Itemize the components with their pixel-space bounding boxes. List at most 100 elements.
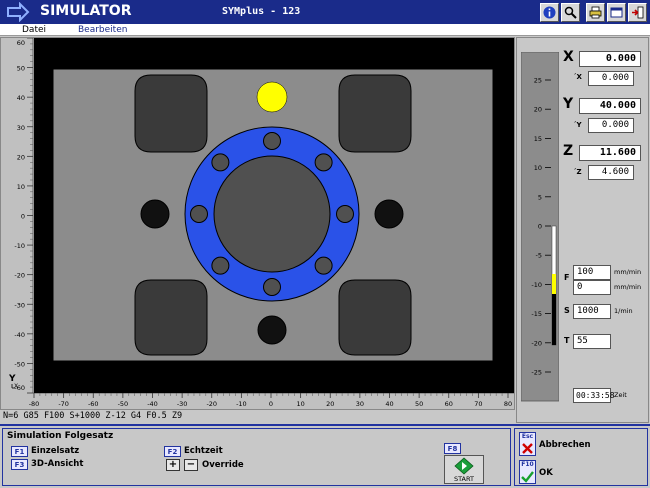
dialog-actions: Esc Abbrechen F10 OK [514,428,648,486]
axis-label-x: X [14,383,18,390]
bolt-hole [263,278,281,296]
simulation-graphic: 6050403020100-10-20-30-40-50-60 -80 -70 -6… [1,38,514,409]
start-button[interactable]: START [444,455,484,484]
x-tick-label: 30 [356,400,364,408]
position-panel: 25 20 15 10 5 0 -5 -10 -15 -20 -25 X 0.000 ´X 0.00… [516,37,649,423]
pocket-bottom-right [338,279,412,356]
f2-key[interactable]: F2 [164,446,181,457]
x-tick-label: -80 [29,400,40,408]
simulation-view[interactable]: 60 50 40 30 20 10 0 -10 -20 -30 -40 -50 -60 -80 -70 -6… [0,37,515,410]
einzelsatz-label[interactable]: Einzelsatz [31,446,79,456]
bolt-hole [314,153,333,172]
x-tick-label: 0 [269,400,273,408]
y-tick-label: -50 [14,360,25,368]
ok-button[interactable]: F10 [519,460,536,484]
x-axis-label: X [563,49,574,65]
title-bar: SIMULATOR SYMplus - 123 [0,0,650,24]
program-title: SYMplus - 123 [222,6,301,17]
feed-actual-unit: mm/min [614,283,642,291]
start-label: START [453,475,475,483]
search-button[interactable] [561,3,580,22]
x-tick-label: 10 [296,400,304,408]
feed-unit: mm/min [614,268,642,276]
window-button[interactable] [607,3,626,22]
y-delta-value: 0.000 [588,118,634,133]
y-position-value: 40.000 [579,98,641,114]
bolt-hole [336,205,354,223]
menu-datei[interactable]: Datei [22,24,46,36]
override-label: Override [202,460,244,470]
y-tick-label: -20 [14,272,25,280]
app-title: SIMULATOR [40,3,132,19]
time-label: Zeit [614,391,627,399]
menu-bar: Datei Bearbeiten [0,24,650,36]
echtzeit-label[interactable]: Echtzeit [184,446,223,456]
bolt-hole [211,153,230,172]
y-tick-label: 40 [17,94,25,102]
esc-key: Esc [521,433,534,440]
spindle-value: 1000 [573,304,611,319]
y-tick-label: 30 [17,124,25,132]
z-tick-label: -10 [531,281,542,289]
menu-bearbeiten[interactable]: Bearbeiten [78,24,127,36]
function-key-panel: Simulation Folgesatz F1 Einzelsatz F3 3D… [0,424,650,488]
simulation-controls: Simulation Folgesatz F1 Einzelsatz F3 3D… [2,428,511,486]
x-tick-label: 50 [415,400,423,408]
y-tick-label: 10 [17,183,25,191]
x-position-value: 0.000 [579,51,641,67]
z-axis-label: Z [563,143,574,159]
x-tick-label: 70 [474,400,482,408]
x-tick-label: -50 [118,400,129,408]
z-tick-label: -15 [531,310,542,318]
tool-label: T [564,336,570,345]
override-plus-button[interactable]: + [166,459,180,471]
cancel-button[interactable]: Esc [519,432,536,456]
spindle-label: S [564,306,570,315]
window-icon [610,7,623,18]
cancel-icon [522,443,533,454]
f1-key[interactable]: F1 [11,446,28,457]
print-icon [589,6,602,19]
simulator-window: SIMULATOR SYMplus - 123 Datei Bearbeiten [0,0,650,488]
z-tick-label: 5 [538,193,542,201]
y-tick-label: -30 [14,301,25,309]
y-tick-label: 50 [17,65,25,73]
x-delta-value: 0.000 [588,71,634,86]
pocket-bottom-left [134,279,208,356]
pocket-top-right [338,74,412,153]
z-tick-label: -5 [536,252,542,260]
x-tick-label: -60 [88,400,99,408]
z-delta-label: ´Z [573,168,582,176]
print-button[interactable] [586,3,605,22]
x-tick-label: -10 [236,400,247,408]
info-icon [543,6,556,19]
info-button[interactable] [540,3,559,22]
z-tick-label: -25 [531,369,542,377]
z-tick-label: 20 [534,106,542,114]
search-icon [564,6,577,19]
time-value: 00:33:58 [573,388,615,403]
z-tick-label: 0 [538,223,542,231]
y-tick-label: 20 [17,153,25,161]
override-minus-button[interactable]: − [184,459,198,471]
z-delta-value: 4.600 [588,165,634,180]
x-tick-label: -30 [177,400,188,408]
z-tick-label: -20 [531,339,542,347]
y-delta-label: ´Y [573,121,582,129]
pocket-top-left [134,74,208,153]
spindle-unit: 1/min [614,307,633,315]
3d-view-label[interactable]: 3D-Ansicht [31,459,83,469]
y-tick-label: -40 [14,331,25,339]
f10-key: F10 [521,461,534,468]
exit-button[interactable] [628,3,647,22]
x-tick-label: 80 [504,400,512,408]
bolt-hole [190,205,208,223]
x-tick-label: 60 [445,400,453,408]
arrow-logo-icon [7,2,30,22]
f8-key[interactable]: F8 [444,443,461,454]
y-tick-label: -10 [14,242,25,250]
z-scale: 25 20 15 10 5 0 -5 -10 -15 -20 -25 [521,52,559,402]
z-position-value: 11.600 [579,145,641,161]
f3-key[interactable]: F3 [11,459,28,470]
feed-value: 100 [573,265,611,280]
